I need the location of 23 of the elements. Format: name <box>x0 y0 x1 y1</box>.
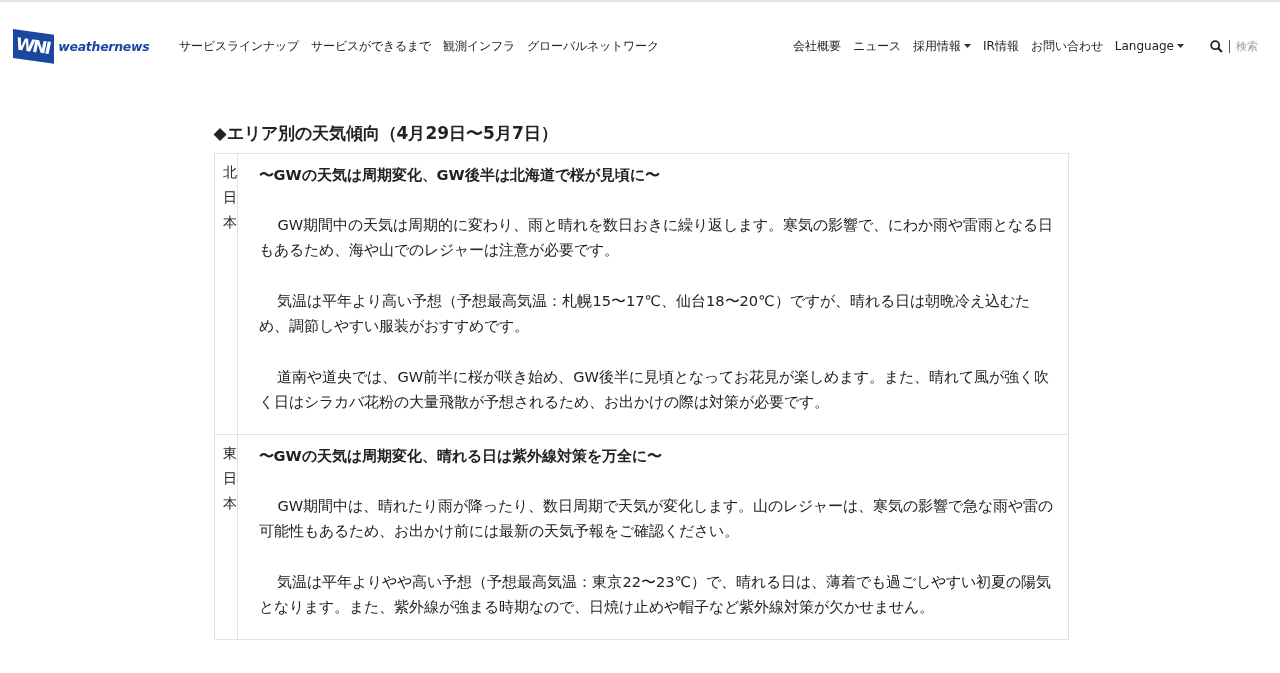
area-label: 東日本 <box>214 435 238 639</box>
search-icon[interactable] <box>1210 39 1223 53</box>
section-title: ◆エリア別の天気傾向（4月29日〜5月7日） <box>213 122 559 145</box>
forecast-paragraph: 気温は平年より高い予想（予想最高気温：札幌15〜17℃、仙台18〜20℃）ですが、晴れる日は朝晩冷え込むため、調節しやすい服装がおすすめです。 <box>258 291 1031 336</box>
forecast-paragraph: GW期間中の天気は周期的に変わり、雨と晴れを数日おきに繰り返します。寒気の影響で、にわか雨や雷雨となる日もあるため、海や山でのレジャーは注意が必要です。 <box>258 215 1054 260</box>
nav-link[interactable]: Language <box>1114 38 1184 54</box>
logo-mark[interactable]: WNI <box>13 28 55 64</box>
logo-wordmark[interactable]: weathernews <box>58 38 150 54</box>
forecast-paragraph: GW期間中は、晴れたり雨が降ったり、数日周期で天気が変化します。山のレジャーは、寒気の影響で急な雨や雷の可能性もあるため、お出かけ前には最新の天気予報をご確認ください。 <box>258 496 1054 541</box>
area-headline: 〜GWの天気は周期変化、晴れる日は紫外線対策を万全に〜 <box>258 446 663 466</box>
nav-link[interactable]: お問い合わせ <box>1030 38 1103 54</box>
area-headline: 〜GWの天気は周期変化、GW後半は北海道で桜が見頃に〜 <box>258 165 661 185</box>
nav-link[interactable]: 採用情報 <box>912 38 971 54</box>
nav-link[interactable]: サービスラインナップ <box>179 38 300 54</box>
forecast-paragraph: 気温は平年よりやや高い予想（予想最高気温：東京22〜23℃）で、晴れる日は、薄着でも過ごしやすい初夏の陽気となります。また、紫外線が強まる時期なので、日焼け止めや帽子など紫外線対策が欠かせません。 <box>258 572 1052 617</box>
area-label: 北日本 <box>214 154 238 434</box>
nav-link[interactable]: ニュース <box>852 38 901 54</box>
nav-link[interactable]: サービスができるまで <box>311 38 432 54</box>
nav-link[interactable]: 会社概要 <box>792 38 841 54</box>
nav-link[interactable]: IR情報 <box>982 38 1019 54</box>
nav-link[interactable]: 観測インフラ <box>443 38 516 54</box>
nav-link[interactable]: グローバルネットワーク <box>527 38 660 54</box>
forecast-paragraph: 道南や道央では、GW前半に桜が咲き始め、GW後半に見頃となってお花見が楽しめます。また、晴れて風が強く吹く日はシラカバ花粉の大量飛散が予想されるため、お出かけの際は対策が必要です。 <box>258 367 1050 412</box>
